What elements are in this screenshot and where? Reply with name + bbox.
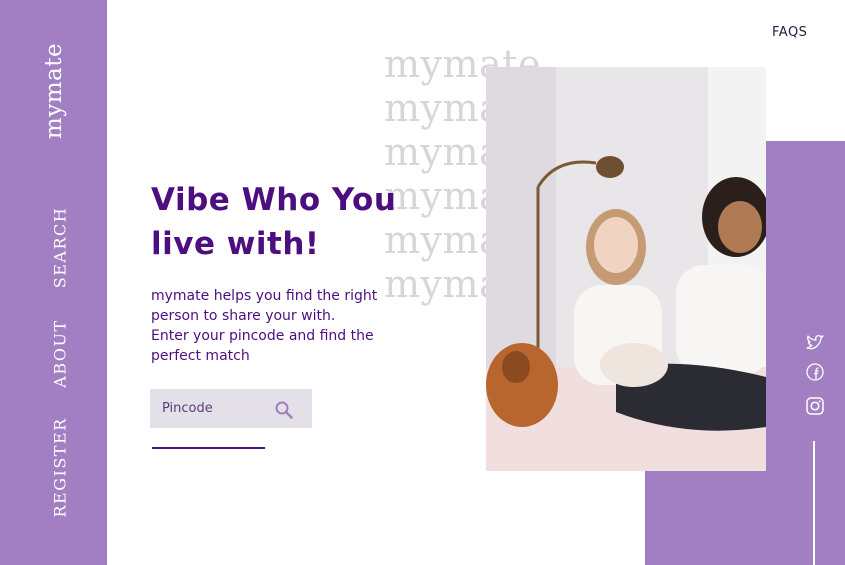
faqs-link[interactable]: FAQS bbox=[772, 25, 807, 40]
brand-logo[interactable]: mymate bbox=[41, 41, 67, 141]
pincode-search bbox=[150, 389, 312, 428]
hero-subtitle: mymate helps you find the right person t… bbox=[151, 286, 426, 366]
hero-photo bbox=[486, 67, 766, 471]
pincode-input[interactable] bbox=[150, 389, 274, 428]
hero-subtitle-line: Enter your pincode and find the perfect … bbox=[151, 328, 374, 364]
hero-subtitle-line: mymate helps you find the right person t… bbox=[151, 288, 378, 324]
search-underline bbox=[152, 447, 265, 449]
hero-title: Vibe Who You live with! bbox=[151, 178, 396, 266]
sidebar: mymate SEARCH ABOUT REGISTER bbox=[0, 0, 107, 565]
accent-panel-bottom bbox=[645, 470, 766, 565]
nav-search[interactable]: SEARCH bbox=[51, 198, 70, 298]
instagram-icon[interactable] bbox=[805, 396, 825, 416]
hero-title-line: Vibe Who You bbox=[151, 182, 397, 218]
decorative-line bbox=[813, 441, 815, 565]
hero-title-line: live with! bbox=[151, 226, 320, 262]
facebook-icon[interactable] bbox=[805, 362, 825, 382]
search-icon[interactable] bbox=[274, 400, 294, 420]
nav-register[interactable]: REGISTER bbox=[51, 417, 70, 517]
nav-about[interactable]: ABOUT bbox=[51, 304, 70, 404]
twitter-icon[interactable] bbox=[805, 333, 825, 353]
